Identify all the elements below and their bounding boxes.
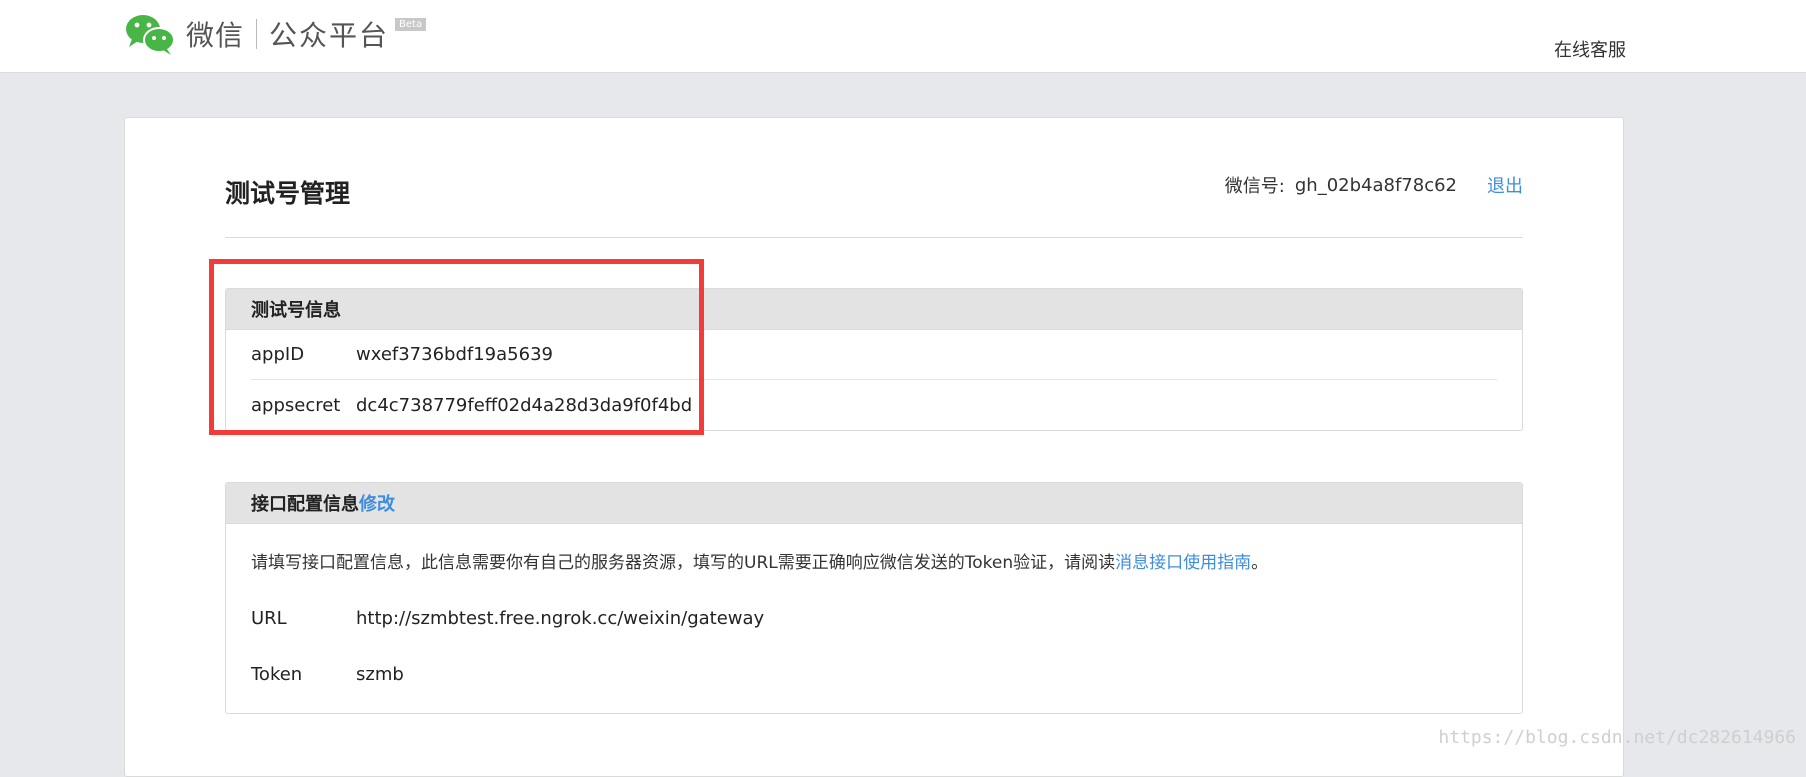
url-label: URL [251, 608, 356, 629]
token-row: Token szmb [251, 646, 1497, 702]
wechat-logo-icon [124, 12, 176, 56]
main-card: 测试号管理 微信号: gh_02b4a8f78c62 退出 测试号信息 appI… [124, 117, 1624, 777]
online-service-link[interactable]: 在线客服 [1554, 36, 1626, 62]
page-title: 测试号管理 [225, 174, 350, 210]
token-value: szmb [356, 664, 404, 685]
config-note-text: 请填写接口配置信息，此信息需要你有自己的服务器资源，填写的URL需要正确响应微信… [251, 553, 1115, 573]
top-bar: 微信 公众平台 Beta 在线客服 [0, 0, 1806, 73]
account-label: 微信号: [1225, 172, 1285, 198]
red-highlight-box [209, 259, 704, 435]
wechat-platform-logo[interactable]: 微信 公众平台 Beta [124, 12, 426, 56]
account-info: 微信号: gh_02b4a8f78c62 退出 [1225, 172, 1523, 198]
watermark: https://blog.csdn.net/dc282614966 [1438, 727, 1796, 748]
token-label: Token [251, 664, 356, 685]
message-api-guide-link[interactable]: 消息接口使用指南 [1115, 553, 1251, 573]
logo-text-platform: 公众平台 [269, 14, 389, 54]
config-note-end: 。 [1251, 553, 1268, 573]
interface-config-panel: 接口配置信息修改 请填写接口配置信息，此信息需要你有自己的服务器资源，填写的UR… [225, 482, 1523, 714]
config-instructions: 请填写接口配置信息，此信息需要你有自己的服务器资源，填写的URL需要正确响应微信… [251, 552, 1497, 574]
interface-config-title: 接口配置信息 [251, 490, 359, 516]
logo-separator [256, 19, 257, 49]
title-divider [225, 237, 1523, 238]
edit-config-link[interactable]: 修改 [359, 490, 395, 516]
beta-badge: Beta [395, 18, 426, 31]
logout-link[interactable]: 退出 [1487, 172, 1523, 198]
url-value: http://szmbtest.free.ngrok.cc/weixin/gat… [356, 608, 764, 629]
logo-text-wechat: 微信 [186, 14, 244, 54]
interface-config-heading: 接口配置信息修改 [226, 483, 1522, 524]
url-row: URL http://szmbtest.free.ngrok.cc/weixin… [251, 590, 1497, 646]
account-id: gh_02b4a8f78c62 [1295, 175, 1457, 196]
